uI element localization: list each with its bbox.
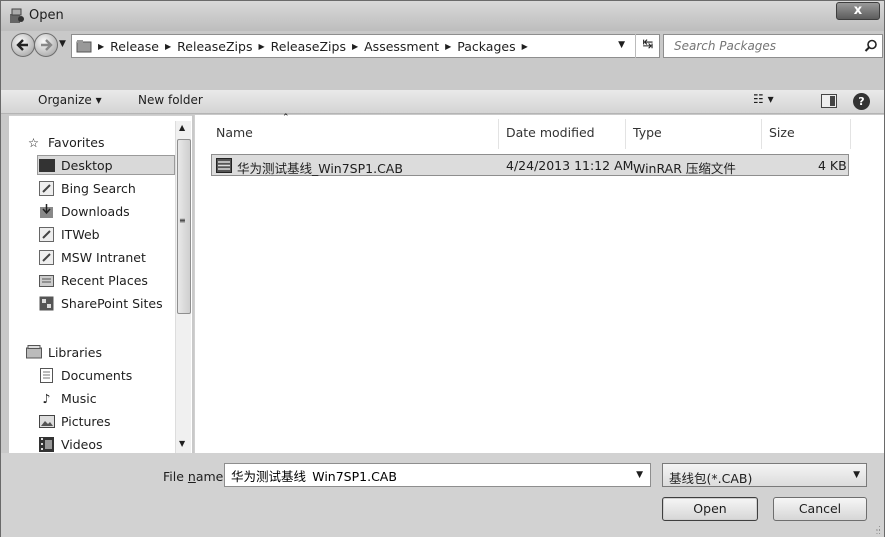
breadcrumb-item[interactable]: Release [110,39,159,54]
back-button[interactable] [11,33,35,57]
music-icon: ♪ [42,390,51,406]
breadcrumb-item[interactable]: ReleaseZips [177,39,252,54]
chevron-down-icon[interactable]: ▼ [853,470,860,480]
preview-pane-icon[interactable] [821,94,837,108]
nav-item-label: Documents [61,367,133,383]
nav-libraries[interactable]: Libraries [25,342,190,362]
window-title: Open [29,8,64,23]
nav-item-label: Bing Search [61,180,136,196]
nav-item-label: Music [61,390,97,406]
file-name-combobox[interactable]: ▼ [224,463,651,487]
scroll-grip-icon: ≡ [179,216,186,225]
folder-icon [76,40,92,53]
app-icon [9,8,25,24]
open-file-dialog: Open x ▼ ▶ Release ▶ ReleaseZips ▶ Relea… [0,0,885,537]
forward-arrow-icon [41,39,53,51]
forward-button[interactable] [34,33,58,57]
search-input[interactable] [674,39,854,53]
command-toolbar: Organize ▾ New folder ☷ ▾ ? [1,90,884,114]
address-bar[interactable]: ▶ Release ▶ ReleaseZips ▶ ReleaseZips ▶ … [71,34,660,58]
nav-item-label: Videos [61,436,103,452]
open-button[interactable]: Open [662,497,758,521]
sort-ascending-icon: ⌃ [282,113,290,123]
chevron-right-icon[interactable]: ▶ [445,42,451,51]
documents-icon [38,367,55,383]
title-bar[interactable]: Open x [1,1,884,31]
cancel-button[interactable]: Cancel [773,497,867,521]
chevron-right-icon[interactable]: ▶ [522,42,528,51]
nav-item-label: Pictures [61,413,111,429]
scrollbar-thumb[interactable] [177,139,191,314]
nav-item-label: Favorites [48,134,105,150]
chevron-right-icon[interactable]: ▶ [165,42,171,51]
column-divider[interactable] [498,119,499,149]
breadcrumb-item[interactable]: Assessment [364,39,439,54]
help-icon[interactable]: ? [853,93,870,110]
recent-places-icon [38,273,55,288]
libraries-icon [25,345,42,360]
column-divider[interactable] [625,119,626,149]
dialog-footer: File name: ▼ 基线包(*.CAB) ▼ Open Cancel .:… [1,453,884,537]
link-icon [38,249,55,265]
star-icon: ☆ [27,134,40,150]
column-header-type[interactable]: Type [633,125,662,140]
file-date-modified: 4/24/2013 11:12 AM [506,158,634,173]
file-list: ⌃ Name Date modified Type Size 华为测试基线_Wi… [194,113,884,453]
chevron-right-icon[interactable]: ▶ [352,42,358,51]
chevron-right-icon[interactable]: ▶ [258,42,264,51]
breadcrumb-item[interactable]: ReleaseZips [271,39,346,54]
column-divider[interactable] [850,119,851,149]
nav-item-desktop[interactable]: Desktop [37,155,175,175]
chevron-right-icon[interactable]: ▶ [98,42,104,51]
change-view-button[interactable]: ☷ ▾ [753,92,774,106]
resize-grip-icon[interactable]: .::: [876,524,881,536]
file-name-input[interactable] [231,468,621,483]
file-name: 华为测试基线_Win7SP1.CAB [237,161,403,176]
nav-item-label: Desktop [61,157,113,173]
breadcrumb-item[interactable]: Packages [457,39,515,54]
navigation-pane: ☆ Favorites Desktop Bing Search Download… [9,115,192,453]
refresh-icon: ↹ [642,37,654,52]
nav-favorites[interactable]: ☆ Favorites [25,132,190,152]
search-box[interactable] [663,34,883,58]
recent-pages-dropdown-icon[interactable]: ▼ [59,39,66,49]
search-icon[interactable] [864,39,878,53]
sharepoint-icon [38,296,55,311]
file-size: 4 KB [818,158,847,173]
nav-item-label: Libraries [48,344,102,360]
column-header-date-modified[interactable]: Date modified [506,125,595,140]
nav-item-label: Downloads [61,203,130,219]
address-history-dropdown-icon[interactable]: ▼ [618,40,625,50]
link-icon [38,180,55,196]
scroll-down-icon[interactable]: ▼ [179,439,185,448]
organize-button[interactable]: Organize ▾ [38,93,102,107]
link-icon [38,226,55,242]
cab-archive-icon [216,158,232,173]
nav-item-label: MSW Intranet [61,249,146,265]
nav-item-label: SharePoint Sites [61,295,163,311]
file-row[interactable]: 华为测试基线_Win7SP1.CAB 4/24/2013 11:12 AM Wi… [211,154,849,176]
navigation-pane-scrollbar[interactable]: ▲ ≡ ▼ [175,121,191,453]
column-header-size[interactable]: Size [769,125,795,140]
column-header-name[interactable]: Name [216,125,253,140]
downloads-icon [38,203,55,219]
back-arrow-icon [16,39,28,51]
videos-icon [38,436,55,452]
close-button[interactable]: x [836,2,880,20]
desktop-icon [38,158,55,173]
column-divider[interactable] [761,119,762,149]
file-name-label: File name: [163,469,228,484]
new-folder-button[interactable]: New folder [138,93,203,107]
file-type-filter-value: 基线包(*.CAB) [669,471,753,486]
nav-item-label: ITWeb [61,226,100,242]
nav-item-label: Recent Places [61,272,148,288]
refresh-button[interactable]: ↹ [635,34,660,58]
file-type: WinRAR 压缩文件 [633,161,736,176]
pictures-icon [38,414,55,429]
scroll-up-icon[interactable]: ▲ [179,123,185,132]
file-type-filter-select[interactable]: 基线包(*.CAB) ▼ [662,463,867,487]
chevron-down-icon[interactable]: ▼ [636,470,643,480]
